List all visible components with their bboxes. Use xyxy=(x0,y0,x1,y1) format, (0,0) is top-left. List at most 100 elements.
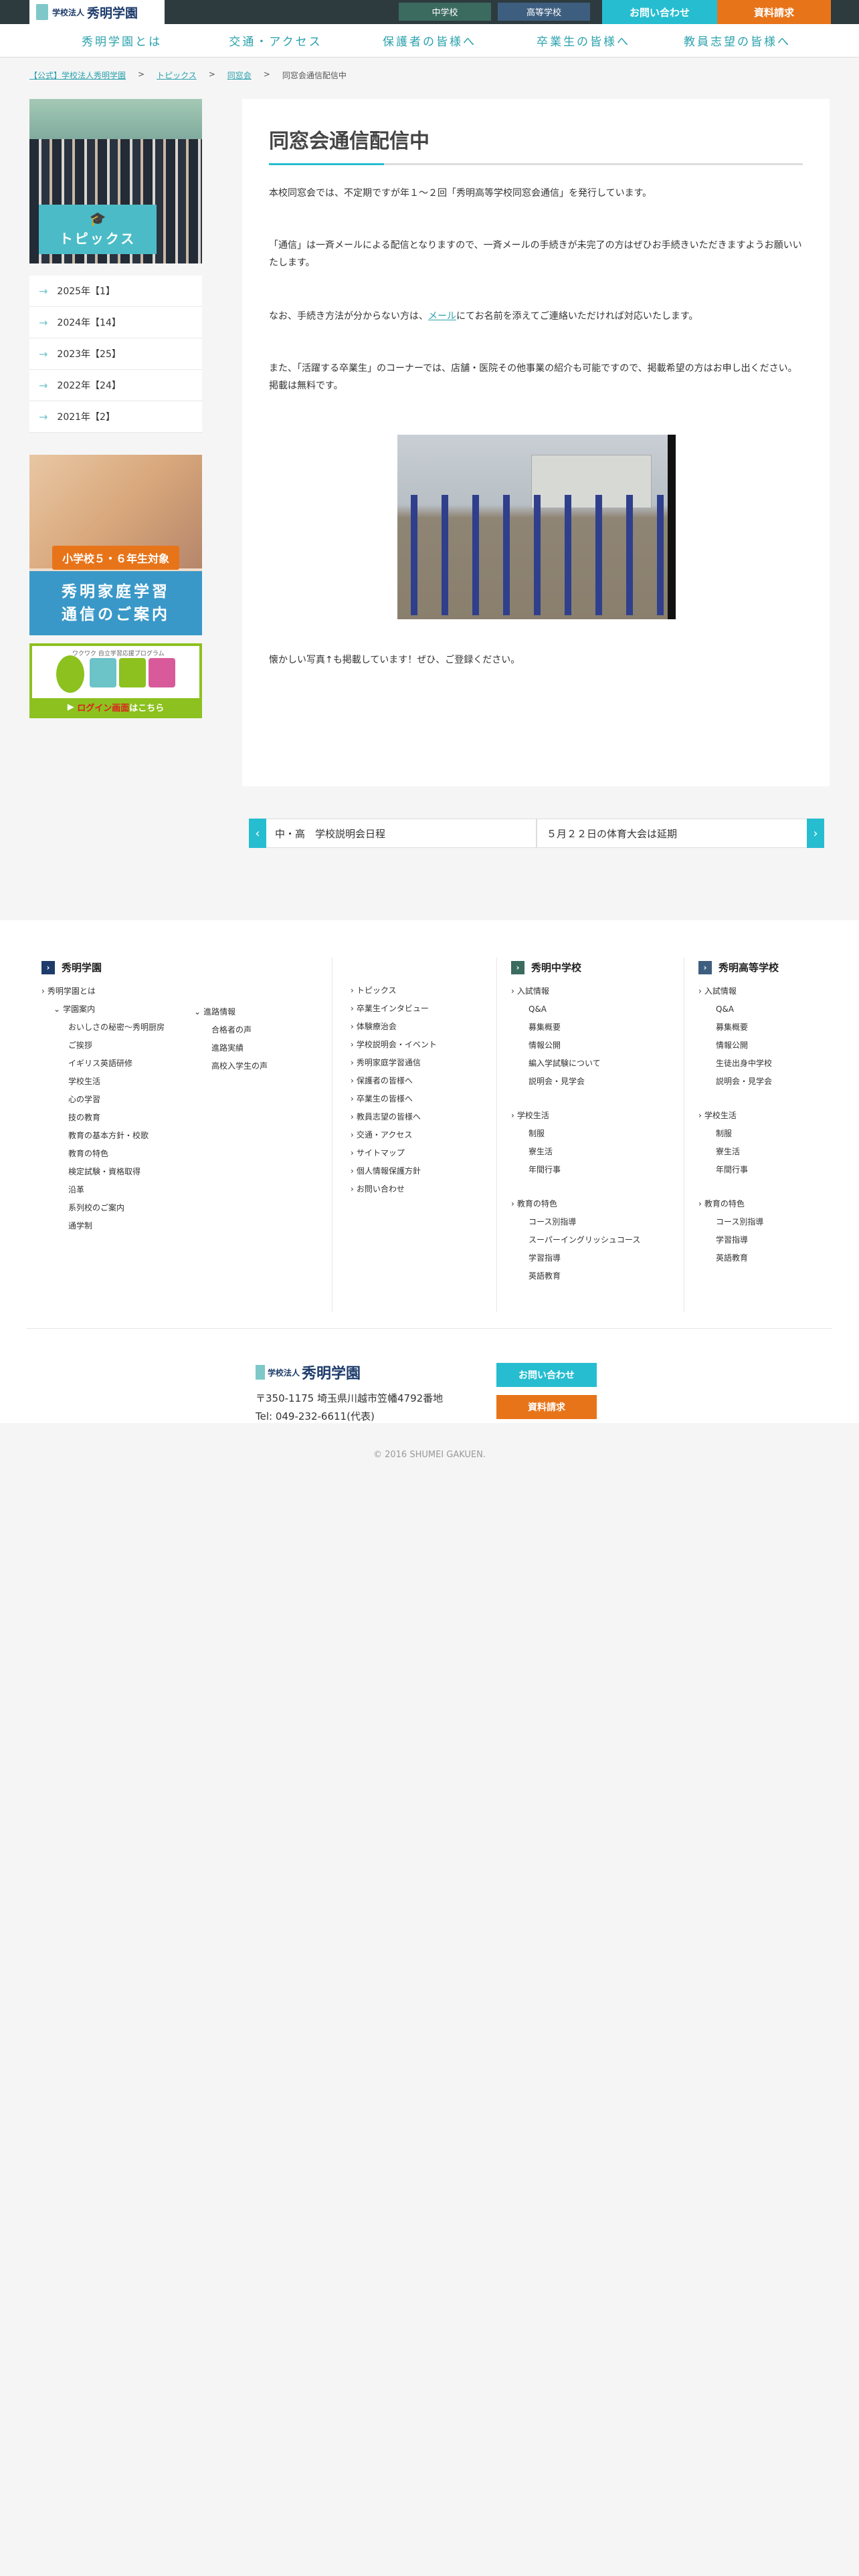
high-school-link[interactable]: 高等学校 xyxy=(498,3,590,21)
footer-link[interactable]: › 教育の特色 xyxy=(511,1195,640,1213)
footer-link[interactable]: 説明会・見学会 xyxy=(698,1073,779,1091)
email-link[interactable]: メール xyxy=(428,311,456,322)
footer-link[interactable]: 編入学試験について xyxy=(511,1055,640,1073)
footer-link[interactable]: Q&A xyxy=(698,1000,779,1018)
footer-link[interactable]: ご挨拶 xyxy=(41,1037,165,1055)
footer-link[interactable]: 学習指導 xyxy=(698,1231,779,1249)
footer-link[interactable]: › お問い合わせ xyxy=(351,1180,437,1198)
footer-logo[interactable]: 学校法人 秀明学園 xyxy=(256,1362,361,1383)
breadcrumb-alumni-assoc[interactable]: 同窓会 xyxy=(227,70,252,81)
footer-link[interactable]: 生徒出身中学校 xyxy=(698,1055,779,1073)
document-request-button[interactable]: 資料請求 xyxy=(717,0,831,24)
footer-link[interactable]: コース別指導 xyxy=(511,1213,640,1231)
footer-link[interactable]: 寮生活 xyxy=(698,1143,779,1161)
footer-link[interactable]: 検定試験・資格取得 xyxy=(41,1163,165,1181)
footer-link[interactable]: 英語教育 xyxy=(511,1267,640,1285)
nav-parents[interactable]: 保護者の皆様へ xyxy=(353,24,506,57)
footer-link-text: 心の学習 xyxy=(68,1095,101,1104)
footer-link[interactable]: コース別指導 xyxy=(698,1213,779,1231)
footer-link[interactable]: スーパーイングリッシュコース xyxy=(511,1231,640,1249)
footer-link-text: 年間行事 xyxy=(529,1165,561,1174)
year-link-2025[interactable]: → 2025年【1】 xyxy=(29,276,202,307)
breadcrumb-home[interactable]: 【公式】学校法人秀明学園 xyxy=(29,70,126,81)
footer-link[interactable]: Q&A xyxy=(511,1000,640,1018)
footer-link[interactable]: 学習指導 xyxy=(511,1249,640,1267)
nav-alumni[interactable]: 卒業生の皆様へ xyxy=(506,24,660,57)
footer-link-text: Q&A xyxy=(529,1004,547,1014)
nav-teachers[interactable]: 教員志望の皆様へ xyxy=(660,24,814,57)
footer-tel: Tel: 049-232-6611(代表) xyxy=(256,1410,375,1422)
footer-link-text: イギリス英語研修 xyxy=(68,1059,133,1068)
footer-link[interactable]: › 秀明学園とは xyxy=(41,982,165,1000)
footer-link[interactable]: 英語教育 xyxy=(698,1249,779,1267)
footer-link[interactable]: › 学校説明会・イベント xyxy=(351,1036,437,1054)
footer-link[interactable]: 説明会・見学会 xyxy=(511,1073,640,1091)
footer-link[interactable]: 募集概要 xyxy=(698,1018,779,1037)
nav-about[interactable]: 秀明学園とは xyxy=(45,24,199,57)
footer-link[interactable]: 進路実績 xyxy=(194,1039,268,1057)
next-post-link[interactable]: ５月２２日の体育大会は延期 › xyxy=(537,819,824,848)
prev-post-link[interactable]: ‹ 中・高 学校説明会日程 xyxy=(249,819,537,848)
footer-link[interactable]: 合格者の声 xyxy=(194,1021,268,1039)
year-link-2024[interactable]: → 2024年【14】 xyxy=(29,307,202,338)
nav-access[interactable]: 交通・アクセス xyxy=(199,24,353,57)
footer-link[interactable]: › 体験療治会 xyxy=(351,1018,437,1036)
junior-high-link[interactable]: 中学校 xyxy=(399,3,491,21)
footer-link[interactable]: 技の教育 xyxy=(41,1109,165,1127)
footer-contact-button[interactable]: お問い合わせ xyxy=(496,1363,597,1387)
footer-link[interactable]: 制服 xyxy=(698,1125,779,1143)
footer-link[interactable]: › 入試情報 xyxy=(698,982,779,1000)
footer-link[interactable]: 年間行事 xyxy=(698,1161,779,1179)
year-link-2021[interactable]: → 2021年【2】 xyxy=(29,401,202,433)
footer-link[interactable]: 高校入学生の声 xyxy=(194,1057,268,1075)
footer-link[interactable]: おいしさの秘密～秀明厨房 xyxy=(41,1018,165,1037)
p3-after: にてお名前を添えてご連絡いただければ対応いたします。 xyxy=(456,311,698,322)
footer-link[interactable]: 心の学習 xyxy=(41,1091,165,1109)
footer-link[interactable]: › 教育の特色 xyxy=(698,1195,779,1213)
footer-link[interactable]: 系列校のご案内 xyxy=(41,1199,165,1217)
footer-link[interactable]: ⌄ 進路情報 xyxy=(194,1003,268,1021)
chevron-right-icon: › xyxy=(511,986,514,996)
footer-link[interactable]: 制服 xyxy=(511,1125,640,1143)
logo-mark-icon xyxy=(256,1365,265,1380)
footer-link[interactable]: 情報公開 xyxy=(511,1037,640,1055)
footer-link[interactable]: 寮生活 xyxy=(511,1143,640,1161)
footer-link[interactable]: › 学校生活 xyxy=(511,1107,640,1125)
contact-button[interactable]: お問い合わせ xyxy=(602,0,717,24)
footer-link-text: 卒業生インタビュー xyxy=(356,1004,429,1013)
footer-link[interactable]: › 保護者の皆様へ xyxy=(351,1072,437,1090)
footer-link[interactable]: イギリス英語研修 xyxy=(41,1055,165,1073)
footer-link[interactable]: › 学校生活 xyxy=(698,1107,779,1125)
footer-link[interactable]: 募集概要 xyxy=(511,1018,640,1037)
footer-document-button[interactable]: 資料請求 xyxy=(496,1395,597,1419)
footer-link[interactable]: › トピックス xyxy=(351,982,437,1000)
footer-divider-horizontal xyxy=(27,1328,832,1329)
footer-link[interactable]: › 個人情報保護方針 xyxy=(351,1162,437,1180)
breadcrumb-topics[interactable]: トピックス xyxy=(157,70,197,81)
footer-link[interactable]: › 秀明家庭学習通信 xyxy=(351,1054,437,1072)
login-banner[interactable]: ワクワク 自立学習応援プログラム ▶ ログイン画面 はこちら xyxy=(29,643,202,718)
year-link-2023[interactable]: → 2023年【25】 xyxy=(29,338,202,370)
breadcrumb: 【公式】学校法人秀明学園 > トピックス > 同窓会 > 同窓会通信配信中 xyxy=(29,70,347,81)
footer-link[interactable]: 情報公開 xyxy=(698,1037,779,1055)
footer-link[interactable]: › 卒業生インタビュー xyxy=(351,1000,437,1018)
home-study-banner[interactable]: 小学校５・６年生対象 秀明家庭学習 通信のご案内 xyxy=(29,455,202,635)
footer-link[interactable]: › サイトマップ xyxy=(351,1144,437,1162)
footer-link[interactable]: › 教員志望の皆様へ xyxy=(351,1108,437,1126)
footer-link-text: 教育の特色 xyxy=(68,1149,109,1158)
footer-link[interactable]: › 卒業生の皆様へ xyxy=(351,1090,437,1108)
footer-link[interactable]: 教育の基本方針・校歌 xyxy=(41,1127,165,1145)
footer-link[interactable]: › 交通・アクセス xyxy=(351,1126,437,1144)
footer-link[interactable]: 学校生活 xyxy=(41,1073,165,1091)
footer-link[interactable]: 教育の特色 xyxy=(41,1145,165,1163)
footer-link[interactable]: › 入試情報 xyxy=(511,982,640,1000)
arrow-right-icon: → xyxy=(39,347,48,360)
year-link-2022[interactable]: → 2022年【24】 xyxy=(29,370,202,401)
chevron-right-icon: › xyxy=(511,960,524,974)
footer-link[interactable]: 通学制 xyxy=(41,1217,165,1235)
footer-link[interactable]: ⌄ 学園案内 xyxy=(41,1000,165,1018)
footer-link[interactable]: 沿革 xyxy=(41,1181,165,1199)
footer-link[interactable]: 年間行事 xyxy=(511,1161,640,1179)
site-logo[interactable]: 学校法人 秀明学園 xyxy=(29,0,165,24)
topics-banner[interactable]: 🎓 トピックス xyxy=(29,99,202,263)
